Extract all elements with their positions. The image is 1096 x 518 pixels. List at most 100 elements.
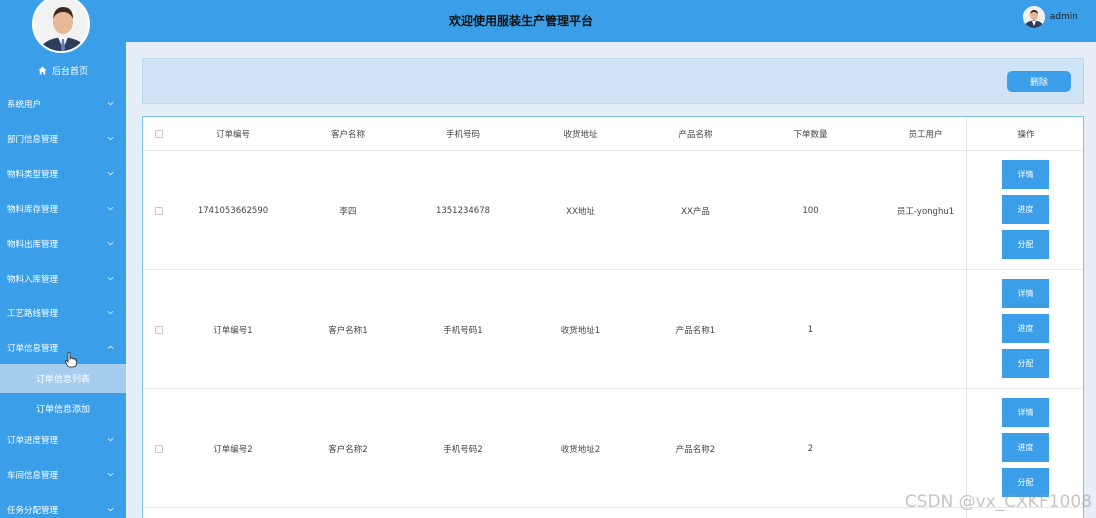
cell-address: 收货地址1 [560,325,601,336]
submenu-item-order-list[interactable]: 订单信息列表 [0,364,126,393]
cell-quantity: 2 [807,443,814,454]
cell-order-no: 1741053662590 [197,205,269,216]
detail-button[interactable]: 详情 [1002,279,1049,308]
row-checkbox[interactable] [155,325,163,334]
chevron-down-icon [107,310,114,315]
select-all-cell [153,117,165,151]
chevron-down-icon [107,507,114,512]
chevron-down-icon [107,206,114,211]
home-label: 后台首页 [51,67,88,77]
sidebar-item-order-info[interactable]: 订单信息管理 [0,330,126,365]
detail-button[interactable]: 详情 [1002,398,1049,427]
header-quantity[interactable]: 下单数量 [753,117,868,151]
sidebar: 后台首页 系统用户 部门信息管理 物料类型管理 物料库存管理 物料出库管理 物料… [0,0,126,518]
hand-cursor-icon [65,352,77,368]
cell-address: 收货地址2 [560,444,601,455]
chevron-down-icon [107,136,114,141]
row-select-cell [153,389,165,508]
table-row: 订单编号2 客户名称2 手机号码2 收货地址2 产品名称2 2 详情 进度 分配 [143,389,1083,508]
row-actions: 详情 进度 分配 [1002,279,1049,384]
row-select-cell [153,151,165,270]
sidebar-item-label: 任务分配管理 [7,505,59,516]
page-title: 欢迎使用服装生产管理平台 [448,14,593,28]
table-row: 1741053662590 李四 1351234678 XX地址 XX产品 10… [143,151,1083,270]
sidebar-item-label: 工艺路线管理 [7,308,59,319]
user-avatar [1022,6,1045,28]
sidebar-item-label: 订单进度管理 [7,435,59,446]
cell-staff [868,270,983,389]
submenu-item-label: 订单信息列表 [35,375,90,385]
header-product[interactable]: 产品名称 [638,117,753,151]
sidebar-item-workshop[interactable]: 车间信息管理 [0,457,126,492]
chevron-down-icon [107,101,114,106]
header-operations: 操作 [1017,130,1035,140]
sidebar-item-material-in[interactable]: 物料入库管理 [0,261,126,296]
cell-phone: 1351234678 [435,205,491,216]
sidebar-item-label: 车间信息管理 [7,470,59,481]
chevron-down-icon [107,472,114,477]
progress-button[interactable]: 进度 [1002,433,1049,462]
sidebar-item-order-progress[interactable]: 订单进度管理 [0,422,126,457]
cell-quantity: 100 [802,205,819,216]
assign-button[interactable]: 分配 [1002,349,1049,378]
cell-customer: 客户名称2 [328,444,368,455]
progress-button[interactable]: 进度 [1002,314,1049,343]
assign-button[interactable]: 分配 [1002,230,1049,259]
sidebar-item-label: 物料库存管理 [7,204,59,215]
header-staff[interactable]: 员工用户 [868,117,983,151]
cell-quantity: 1 [807,324,814,335]
sidebar-item-system-users[interactable]: 系统用户 [0,86,126,121]
cell-order-no: 订单编号1 [213,325,253,336]
row-actions: 详情 进度 分配 [1002,398,1049,503]
chevron-down-icon [107,437,114,442]
table-header: 订单编号 客户名称 手机号码 收货地址 产品名称 下单数量 员工用户 操作 [143,117,1083,151]
sidebar-item-process-route[interactable]: 工艺路线管理 [0,295,126,330]
sidebar-item-label: 物料类型管理 [7,169,59,180]
detail-button[interactable]: 详情 [1002,160,1049,189]
cell-staff: 员工-yonghu1 [896,206,955,217]
sidebar-item-label: 物料入库管理 [7,274,59,285]
sidebar-item-material-stock[interactable]: 物料库存管理 [0,191,126,226]
sidebar-item-label: 部门信息管理 [7,134,59,145]
row-select-cell [153,270,165,389]
cell-order-no: 订单编号2 [213,444,253,455]
cell-product: 产品名称2 [675,444,716,455]
sidebar-item-material-out[interactable]: 物料出库管理 [0,226,126,261]
header-customer[interactable]: 客户名称 [293,117,403,151]
chevron-down-icon [107,241,114,246]
sidebar-item-department[interactable]: 部门信息管理 [0,121,126,156]
cell-product: XX产品 [681,206,710,217]
cell-product: 产品名称1 [675,325,716,336]
cell-customer: 客户名称1 [328,325,368,336]
cell-customer: 李四 [339,206,357,217]
chevron-up-icon [107,345,114,350]
row-checkbox[interactable] [155,444,163,453]
header-address[interactable]: 收货地址 [523,117,638,151]
submenu-item-label: 订单信息添加 [35,405,90,415]
user-menu[interactable]: admin [1022,6,1078,28]
sidebar-item-material-type[interactable]: 物料类型管理 [0,156,126,191]
progress-button[interactable]: 进度 [1002,195,1049,224]
row-checkbox[interactable] [155,206,163,215]
sidebar-home-link[interactable]: 后台首页 [0,64,126,77]
sidebar-item-label: 系统用户 [7,99,42,110]
header-order-no[interactable]: 订单编号 [173,117,293,151]
watermark: CSDN @vx_CXKF1008 [904,492,1092,512]
submenu-item-order-add[interactable]: 订单信息添加 [0,394,126,423]
row-actions: 详情 进度 分配 [1002,160,1049,265]
sidebar-item-task-assign[interactable]: 任务分配管理 [0,492,126,518]
cell-phone: 手机号码2 [443,444,483,455]
home-icon [38,66,47,75]
top-header: 欢迎使用服装生产管理平台 admin [126,0,1096,42]
chevron-down-icon [107,171,114,176]
delete-button[interactable]: 删除 [1007,71,1071,92]
sidebar-avatar[interactable] [32,0,90,53]
action-toolbar: 删除 [142,58,1084,104]
username: admin [1049,12,1078,22]
header-phone[interactable]: 手机号码 [403,117,523,151]
chevron-down-icon [107,276,114,281]
cell-phone: 手机号码1 [443,325,483,336]
table-row: 订单编号1 客户名称1 手机号码1 收货地址1 产品名称1 1 详情 进度 分配 [143,270,1083,389]
select-all-checkbox[interactable] [155,130,163,138]
cell-staff [868,389,983,508]
